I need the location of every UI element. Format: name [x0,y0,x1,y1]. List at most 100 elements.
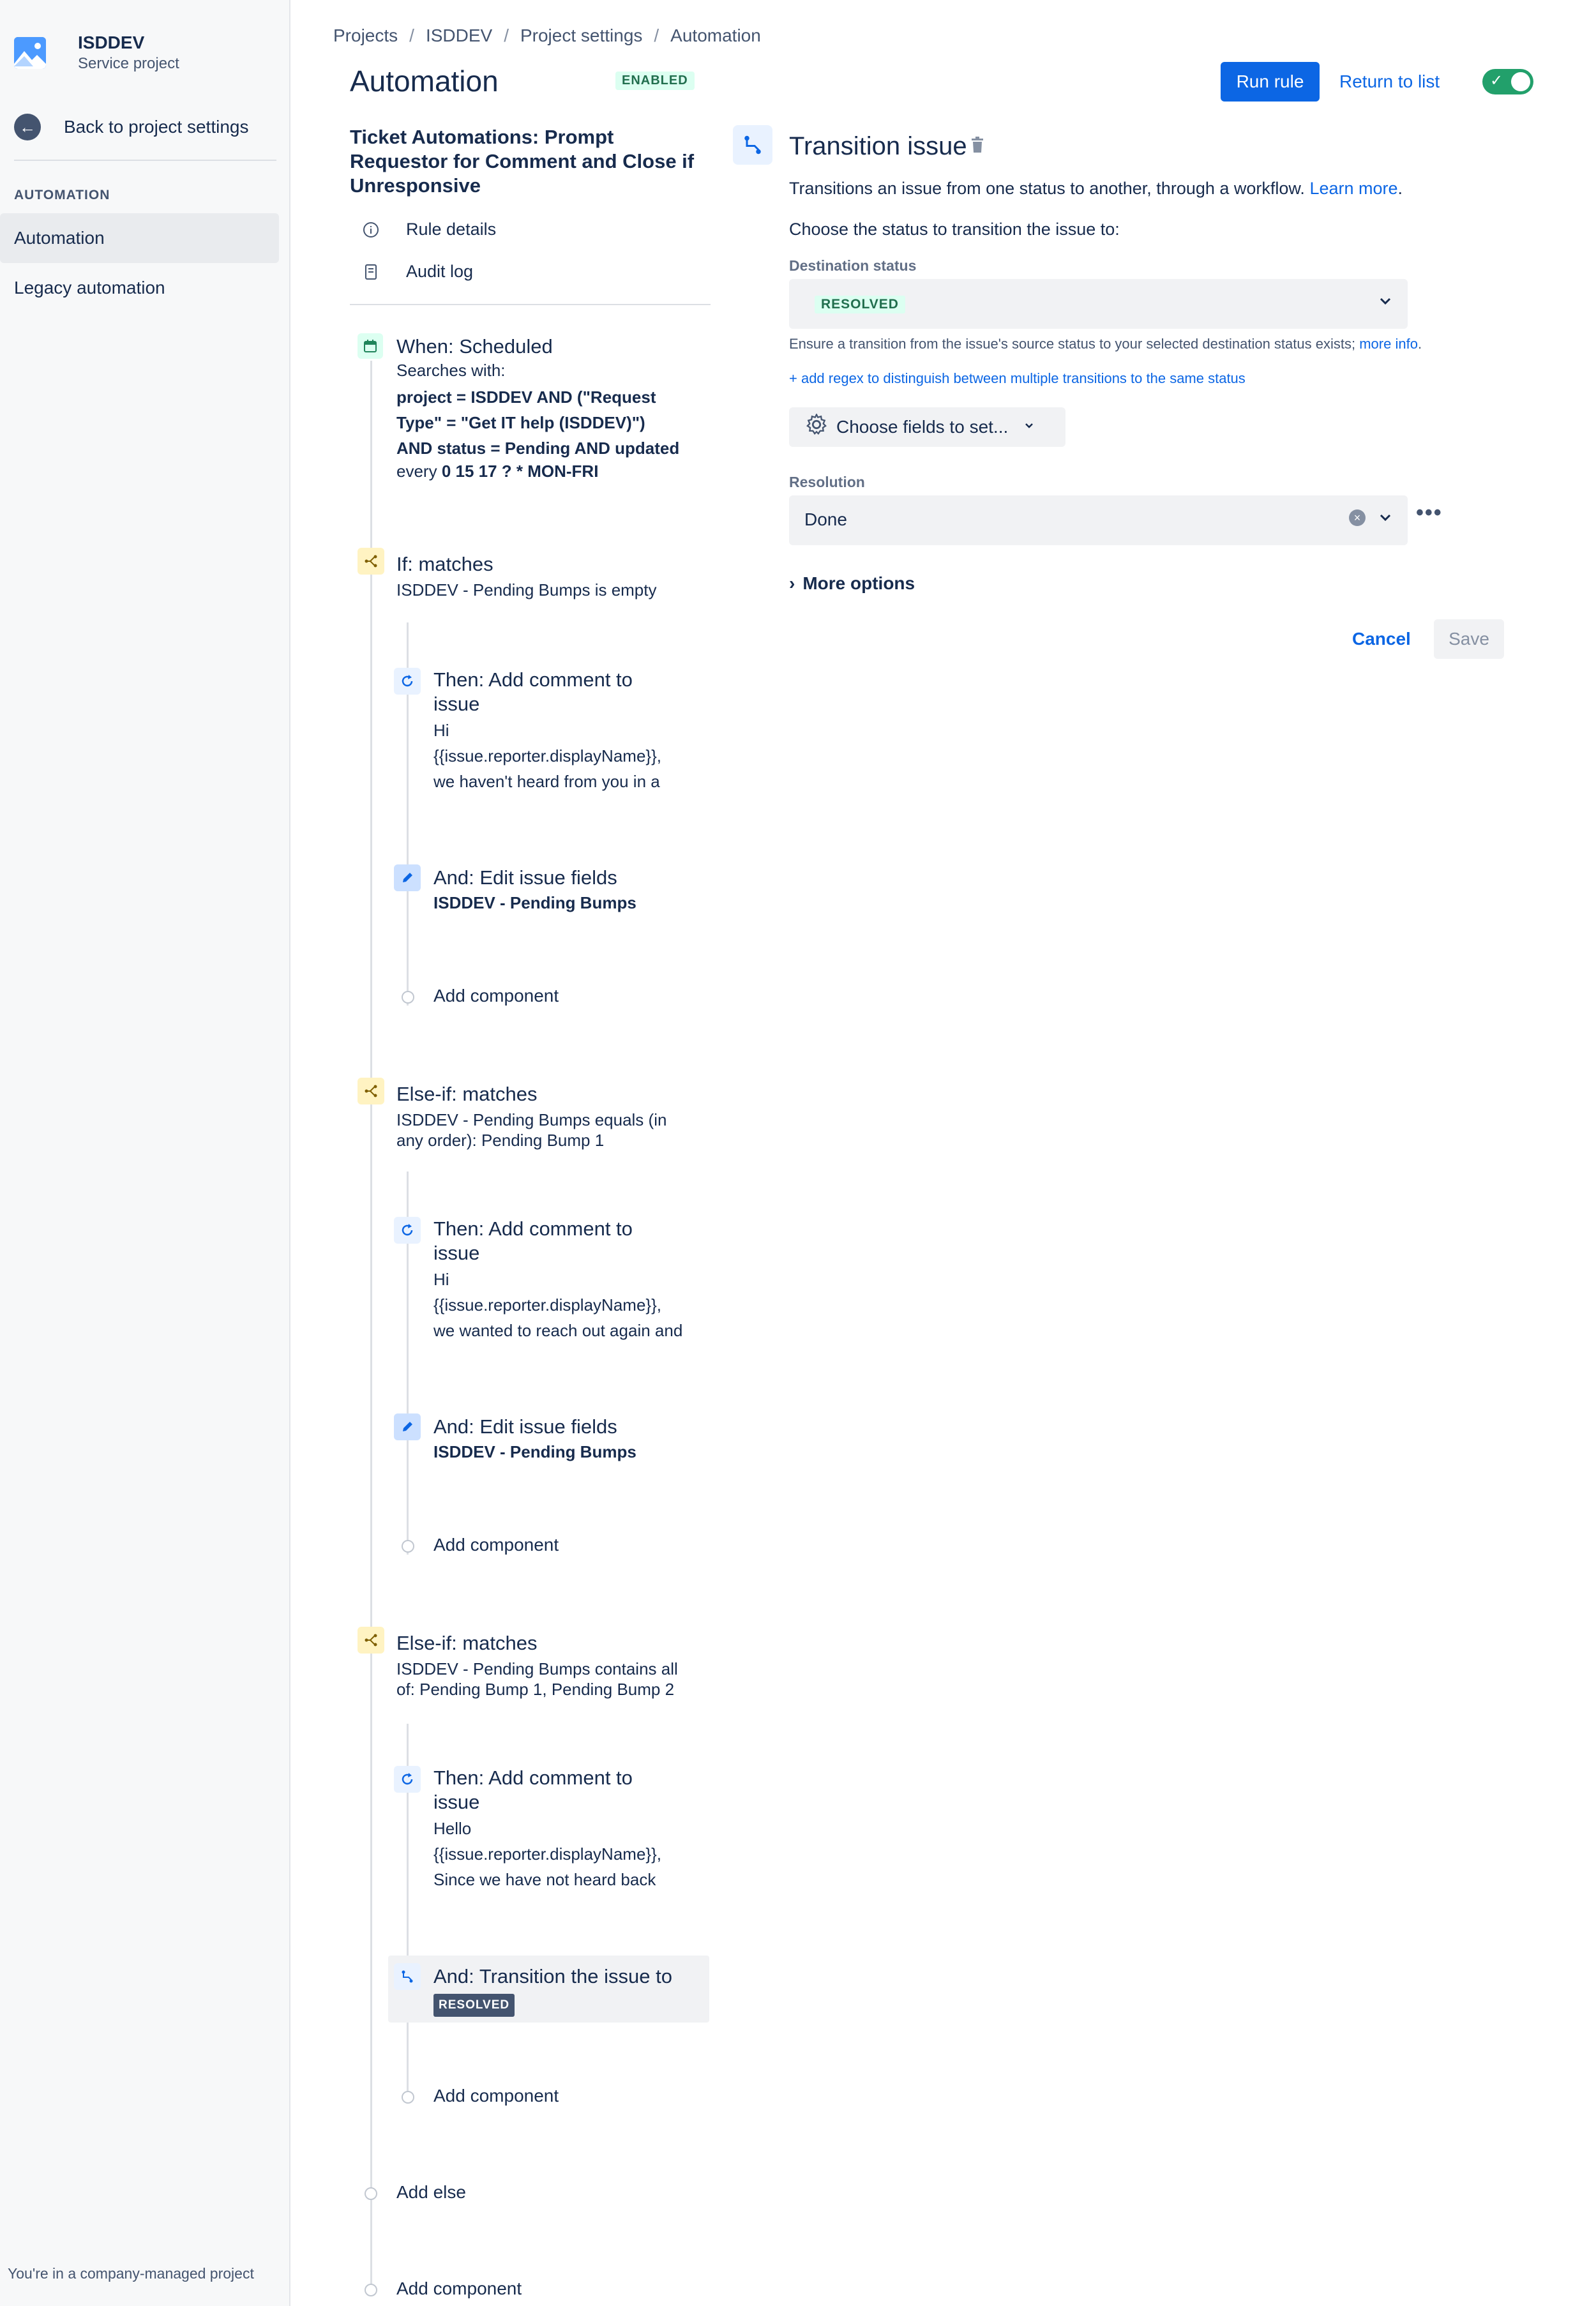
and1-title: And: Edit issue fields [433,866,617,889]
condition-else-if-2[interactable]: Else-if: matches ISDDEV - Pending Bumps … [358,1627,715,1703]
destination-status-select[interactable]: RESOLVED [789,279,1408,329]
breadcrumb-project[interactable]: ISDDEV [426,26,492,46]
elseif2-title: Else-if: matches [396,1632,538,1654]
destination-status-label: Destination status [789,257,917,274]
branch-icon [358,548,384,575]
then3-title: Then: Add comment to issue [433,1767,633,1813]
cancel-button[interactable]: Cancel [1346,619,1417,659]
condition-if[interactable]: If: matches ISDDEV - Pending Bumps is em… [358,548,715,605]
trigger-scheduled[interactable]: When: Scheduled Searches with: project =… [358,333,715,486]
choose-fields-button[interactable]: Choose fields to set... [789,407,1065,447]
save-button[interactable]: Save [1434,619,1504,659]
pencil-icon [394,1413,421,1440]
sidebar: ISDDEV Service project ← Back to project… [0,0,290,2306]
rule-enabled-toggle[interactable]: ✓ [1482,69,1533,94]
back-label: Back to project settings [64,117,249,137]
elseif2-condition: ISDDEV - Pending Bumps contains all of: P… [396,1659,678,1699]
elseif1-condition: ISDDEV - Pending Bumps equals (in any ord… [396,1110,667,1150]
add-component-dot [365,2284,377,2296]
elseif1-title: Else-if: matches [396,1083,538,1105]
refresh-icon [394,1766,421,1793]
sidebar-item-legacy-automation[interactable]: Legacy automation [0,263,279,313]
and1-field: ISDDEV - Pending Bumps [433,893,636,912]
chevron-down-icon [1377,509,1394,531]
destination-status-value: RESOLVED [815,296,905,313]
and3-title: And: Transition the issue to [433,1965,672,1987]
action-edit-fields-2[interactable]: And: Edit issue fields ISDDEV - Pending … [394,1413,713,1471]
rule-details-link[interactable]: Rule details [361,220,496,239]
sidebar-item-automation[interactable]: Automation [0,213,279,263]
more-options-label: More options [802,573,915,593]
document-icon [361,262,380,282]
rule-title: Ticket Automations: Prompt Requestor for… [350,126,695,197]
chevron-down-icon [1023,419,1035,435]
rule-details-label: Rule details [406,220,497,239]
pencil-icon [394,864,421,891]
rule-divider [350,304,711,305]
resolution-select[interactable]: Done × [789,495,1408,545]
sidebar-item-label: Legacy automation [14,278,165,298]
run-rule-button[interactable]: Run rule [1221,62,1320,102]
trigger-title: When: Scheduled [396,335,553,358]
audit-log-link[interactable]: Audit log [361,262,473,282]
then2-title: Then: Add comment to issue [433,1217,633,1264]
arrow-left-icon: ← [14,114,41,140]
trash-icon[interactable] [970,137,984,158]
then3-comment: Hello {{issue.reporter.displayName}}, Sinc… [433,1819,661,1889]
calendar-icon [358,333,383,359]
action-add-comment-1[interactable]: Then: Add comment to issue Hi {{issue.repo… [394,668,713,795]
condition-else-if-1[interactable]: Else-if: matches ISDDEV - Pending Bumps … [358,1078,715,1154]
more-actions-icon[interactable]: ••• [1416,501,1443,525]
choose-status-prompt: Choose the status to transition the issu… [789,220,1120,239]
action-add-comment-2[interactable]: Then: Add comment to issue Hi {{issue.repo… [394,1217,713,1345]
chevron-right-icon: › [789,573,795,593]
branch-icon [358,1078,384,1104]
page-title: Automation [350,64,499,98]
more-info-link[interactable]: more info [1359,336,1418,352]
and2-title: And: Edit issue fields [433,1415,617,1438]
add-component-button[interactable]: Add component [433,986,559,1006]
info-icon [361,220,380,239]
choose-fields-label: Choose fields to set... [836,417,1009,437]
transition-issue-icon [733,125,772,165]
trigger-jql: project = ISDDEV AND ("Request Type" = "… [396,388,680,458]
ensure-transition-note: Ensure a transition from the issue's sou… [789,336,1422,352]
sidebar-section-heading: AUTOMATION [14,188,110,202]
add-component-button[interactable]: Add component [433,2086,559,2106]
add-component-dot [402,2091,414,2104]
transition-icon [394,1963,421,1990]
project-type: Service project [78,55,179,72]
trigger-searches-label: Searches with: [396,361,506,380]
project-header[interactable]: ISDDEV Service project [14,32,179,74]
add-regex-link[interactable]: + add regex to distinguish between multi… [789,370,1246,387]
action-add-comment-3[interactable]: Then: Add comment to issue Hello {{issue.r… [394,1766,713,1894]
check-icon: ✓ [1490,72,1503,89]
add-component-main-button[interactable]: Add component [396,2279,522,2299]
more-options-toggle[interactable]: › More options [789,573,915,594]
and2-field: ISDDEV - Pending Bumps [433,1442,636,1461]
action-edit-fields-1[interactable]: And: Edit issue fields ISDDEV - Pending … [394,864,713,922]
add-else-button[interactable]: Add else [396,2182,466,2203]
clear-icon[interactable]: × [1349,509,1366,526]
add-component-dot [402,991,414,1004]
breadcrumb-projects[interactable]: Projects [333,26,398,46]
main-flow-line [370,361,372,2295]
then1-title: Then: Add comment to issue [433,668,633,715]
return-to-list-button[interactable]: Return to list [1339,62,1440,102]
add-component-button[interactable]: Add component [433,1535,559,1555]
add-component-dot [402,1540,414,1553]
learn-more-link[interactable]: Learn more [1309,179,1397,198]
trigger-schedule: every 0 15 17 ? * MON-FRI [396,462,599,481]
branch-icon [358,1627,384,1654]
then1-comment: Hi {{issue.reporter.displayName}}, we have… [433,721,661,791]
breadcrumb-project-settings[interactable]: Project settings [520,26,642,46]
breadcrumb-automation[interactable]: Automation [670,26,761,46]
project-type-footer: You're in a company-managed project [8,2265,254,2282]
resolution-label: Resolution [789,474,865,490]
back-to-project-settings-link[interactable]: ← Back to project settings [14,114,248,140]
and3-status-badge: RESOLVED [433,1994,515,2017]
action-transition-issue[interactable]: And: Transition the issue to RESOLVED [394,1963,707,2021]
sidebar-item-label: Automation [14,228,105,248]
refresh-icon [394,1217,421,1244]
config-title: Transition issue [789,132,967,160]
